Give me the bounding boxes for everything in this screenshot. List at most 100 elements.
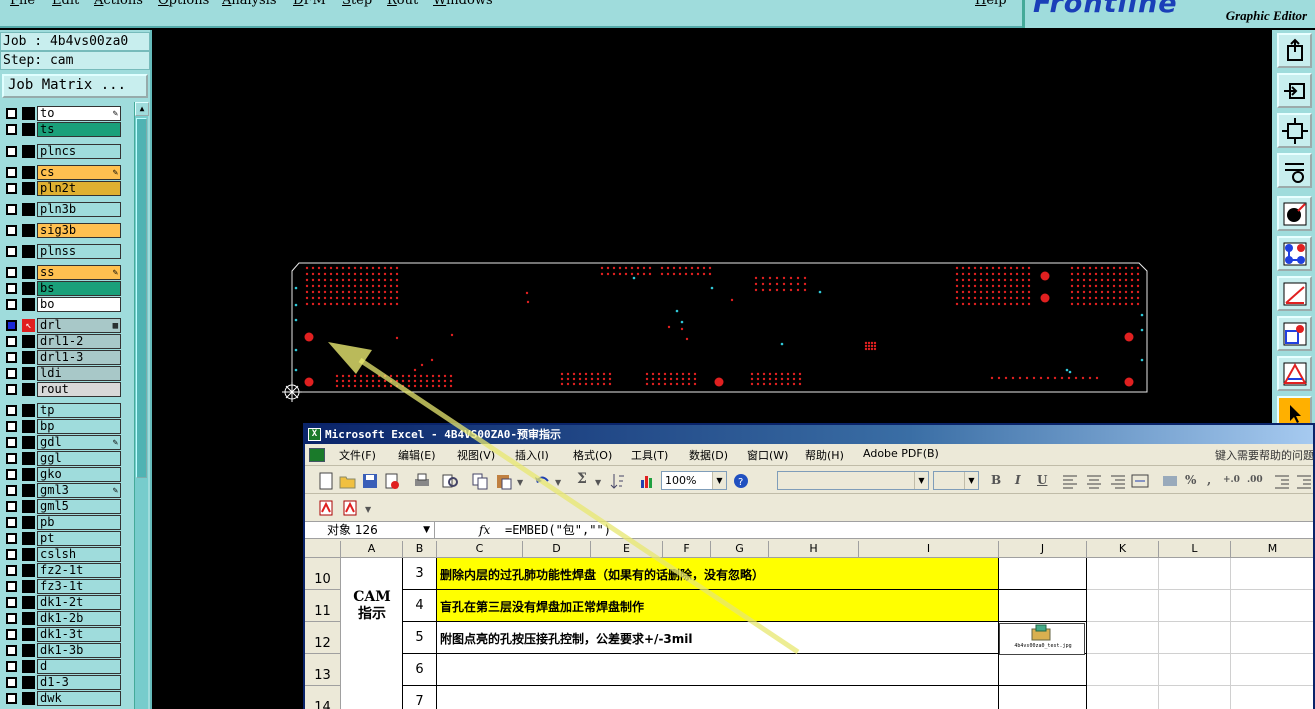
layer-row-d[interactable]: d	[2, 659, 122, 674]
excel-title-bar[interactable]: X Microsoft Excel - 4B4VS00ZA0-预审指示	[305, 425, 1313, 444]
grid-cell[interactable]	[1231, 622, 1313, 654]
layer-scrollbar[interactable]: ▲	[134, 102, 149, 709]
column-header-b[interactable]: B	[403, 541, 437, 558]
excel-menu-format[interactable]: 格式(O)	[573, 447, 612, 463]
column-header-k[interactable]: K	[1087, 541, 1159, 558]
import-icon[interactable]	[1277, 73, 1312, 108]
grid-cell[interactable]	[999, 654, 1087, 686]
job-matrix-button[interactable]: Job Matrix ...	[2, 74, 148, 98]
column-header-h[interactable]: H	[769, 541, 859, 558]
layer-row-pln2t[interactable]: pln2t	[2, 181, 122, 196]
table-row-number-cell[interactable]: 7	[403, 686, 437, 709]
name-box-dropdown-icon[interactable]: ▼	[423, 522, 430, 538]
layer-name[interactable]: dk1-3t	[37, 627, 121, 642]
undo-icon[interactable]	[533, 472, 551, 490]
merged-cam-cell[interactable]	[341, 558, 403, 709]
layer-row-dk1-2b[interactable]: dk1-2b	[2, 611, 122, 626]
layer-display-marker[interactable]	[22, 266, 35, 279]
new-icon[interactable]	[317, 472, 335, 490]
route-tool-icon[interactable]	[1277, 153, 1312, 188]
column-header-j[interactable]: J	[999, 541, 1087, 558]
layer-display-marker[interactable]	[22, 404, 35, 417]
layer-checkbox[interactable]	[6, 405, 17, 416]
layer-row-gml3[interactable]: gml3 ✎	[2, 483, 122, 498]
bold-icon[interactable]: B	[991, 473, 1001, 487]
ask-question-box[interactable]: 键入需要帮助的问题	[1215, 447, 1315, 463]
layer-display-marker[interactable]	[22, 452, 35, 465]
permission-icon[interactable]	[383, 472, 401, 490]
scroll-up-icon[interactable]: ▲	[135, 102, 149, 116]
font-size-select[interactable]: ▼	[933, 471, 979, 490]
layer-display-marker[interactable]	[22, 692, 35, 705]
align-left-icon[interactable]	[1061, 472, 1079, 490]
autosum-icon[interactable]: Σ	[577, 471, 587, 487]
convert-to-pdf-icon[interactable]	[317, 499, 335, 517]
layer-row-rout[interactable]: rout	[2, 382, 122, 397]
layer-display-marker[interactable]	[22, 420, 35, 433]
menu-dfm[interactable]: DFM	[293, 0, 326, 8]
layer-name[interactable]: cslsh	[37, 547, 121, 562]
measure-tool-icon[interactable]	[1277, 356, 1312, 391]
grid-cell[interactable]	[1087, 558, 1159, 590]
size-dropdown-icon[interactable]: ▼	[964, 472, 978, 489]
layer-checkbox[interactable]	[6, 549, 17, 560]
layer-display-marker[interactable]	[22, 676, 35, 689]
fx-icon[interactable]: fx	[479, 522, 490, 538]
layer-display-marker[interactable]	[22, 367, 35, 380]
menu-edit[interactable]: Edit	[52, 0, 79, 8]
grid-cell[interactable]	[1087, 590, 1159, 622]
paste-dropdown-icon[interactable]: ▼	[517, 477, 523, 487]
layer-name[interactable]: gko	[37, 467, 121, 482]
layer-row-cs[interactable]: cs ✎	[2, 165, 122, 180]
zoom-select[interactable]: 100% ▼	[661, 471, 727, 490]
layer-display-marker[interactable]	[22, 484, 35, 497]
surface-tool-icon[interactable]	[1277, 316, 1312, 351]
layer-row-pln3b[interactable]: pln3b	[2, 202, 122, 217]
layer-row-bs[interactable]: bs	[2, 281, 122, 296]
layer-row-dk1-3b[interactable]: dk1-3b	[2, 643, 122, 658]
grid-cell[interactable]	[1231, 590, 1313, 622]
formula-input[interactable]: =EMBED("包","")	[505, 522, 611, 538]
layer-checkbox[interactable]	[6, 661, 17, 672]
layer-display-marker[interactable]	[22, 298, 35, 311]
menu-help[interactable]: Help	[975, 0, 1007, 8]
grid-cell[interactable]	[1159, 622, 1231, 654]
layer-checkbox[interactable]	[6, 421, 17, 432]
layer-checkbox[interactable]	[6, 283, 17, 294]
grid-cell[interactable]	[999, 590, 1087, 622]
layer-name[interactable]: ts	[37, 122, 121, 137]
layer-checkbox[interactable]	[6, 225, 17, 236]
grid-cell[interactable]	[1159, 590, 1231, 622]
grid-cell[interactable]	[1087, 686, 1159, 709]
layer-name[interactable]: ss ✎	[37, 265, 121, 280]
layer-display-marker[interactable]	[22, 500, 35, 513]
layer-name[interactable]: pt	[37, 531, 121, 546]
layer-row-dwk[interactable]: dwk	[2, 691, 122, 706]
layer-checkbox[interactable]	[6, 108, 17, 119]
grid-cell[interactable]	[1159, 686, 1231, 709]
layer-display-marker[interactable]	[22, 612, 35, 625]
layer-display-marker[interactable]	[22, 282, 35, 295]
scroll-thumb[interactable]	[136, 118, 147, 478]
comma-icon[interactable]: ,	[1207, 473, 1211, 487]
layer-checkbox[interactable]	[6, 368, 17, 379]
increase-indent-icon[interactable]	[1295, 472, 1313, 490]
print-icon[interactable]	[413, 472, 431, 490]
layer-display-marker[interactable]	[22, 436, 35, 449]
pdf-toolbar-options-icon[interactable]: ▼	[365, 504, 371, 514]
grid-cell[interactable]	[1231, 558, 1313, 590]
layer-display-marker[interactable]	[22, 383, 35, 396]
layer-row-bo[interactable]: bo	[2, 297, 122, 312]
layer-checkbox[interactable]	[6, 299, 17, 310]
column-header-l[interactable]: L	[1159, 541, 1231, 558]
layer-checkbox[interactable]	[6, 533, 17, 544]
chart-wizard-icon[interactable]	[639, 472, 657, 490]
layer-checkbox[interactable]	[6, 146, 17, 157]
worksheet-grid[interactable]: A B C D E F G H I J K L M 10 3 删除内层的过孔肺功能性焊盘（如果有的话删除，没有…	[305, 541, 1313, 709]
layer-name[interactable]: gml5	[37, 499, 121, 514]
layer-row-to[interactable]: to ✎	[2, 106, 122, 121]
excel-menu-adobe-pdf[interactable]: Adobe PDF(B)	[863, 447, 939, 460]
layer-row-bp[interactable]: bp	[2, 419, 122, 434]
layer-display-marker[interactable]	[22, 182, 35, 195]
layer-name[interactable]: fz2-1t	[37, 563, 121, 578]
